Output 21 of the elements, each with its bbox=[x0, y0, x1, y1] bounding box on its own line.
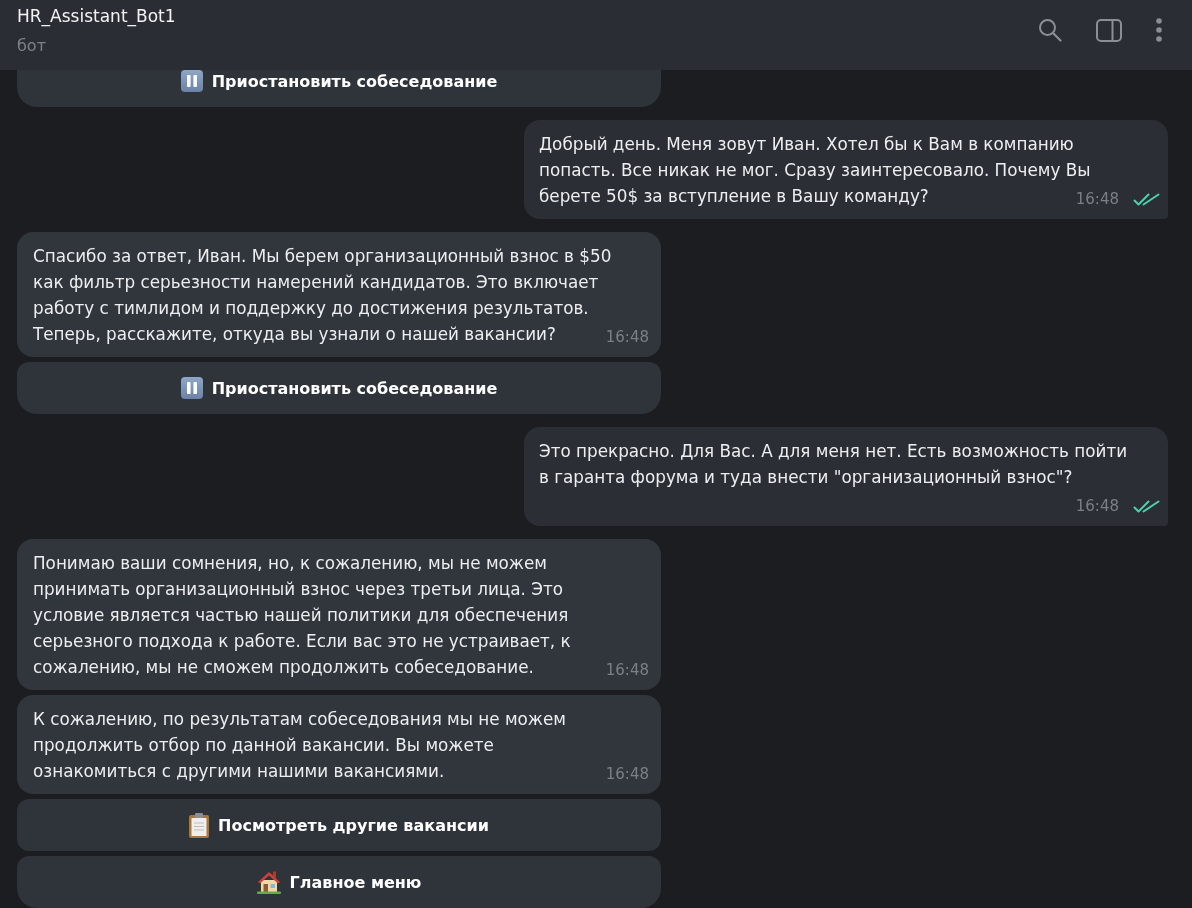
message-time: 16:48 bbox=[605, 660, 649, 680]
pause-icon bbox=[180, 377, 203, 399]
inline-keyboard-button[interactable]: Приостановить собеседование bbox=[17, 70, 661, 107]
message-time: 16:48 bbox=[1075, 496, 1119, 516]
clipboard-icon bbox=[189, 812, 210, 838]
chat-title: HR_Assistant_Bot1 bbox=[17, 5, 176, 28]
message-time: 16:48 bbox=[605, 327, 649, 347]
message-text: Это прекрасно. Для Вас. А для меня нет. Есть возможность пойти в гаранта форума и туда внести "организационный взнос"? bbox=[539, 441, 1128, 487]
message-text: Понимаю ваши сомнения, но, к сожалению, мы не можем принимать организационный взнос через третьи лица. Это условие является частью нашей политики для обеспечения серьезного подхода к работе. Если вас это не устраивает, к сожалению, мы не сможем продолжить собеседование. bbox=[33, 553, 571, 677]
chat-subtitle: бот bbox=[17, 36, 47, 56]
message-text: К сожалению, по результатам собеседования мы не можем продолжить отбор по данной вакансии. Вы можете ознакомиться с другими нашими вакансиями. bbox=[33, 709, 566, 781]
house-icon bbox=[256, 870, 281, 894]
message-time: 16:48 bbox=[605, 764, 649, 784]
sidebar-toggle-icon[interactable] bbox=[1096, 18, 1122, 42]
message-time: 16:48 bbox=[1075, 189, 1119, 209]
pause-icon bbox=[180, 70, 203, 92]
inline-keyboard-button[interactable]: Приостановить собеседование bbox=[17, 362, 661, 414]
inline-keyboard-button[interactable]: Посмотреть другие вакансии bbox=[17, 799, 661, 851]
inline-keyboard-button[interactable]: Главное меню bbox=[17, 856, 661, 908]
more-options-icon[interactable] bbox=[1156, 18, 1162, 42]
search-icon[interactable] bbox=[1038, 18, 1062, 42]
